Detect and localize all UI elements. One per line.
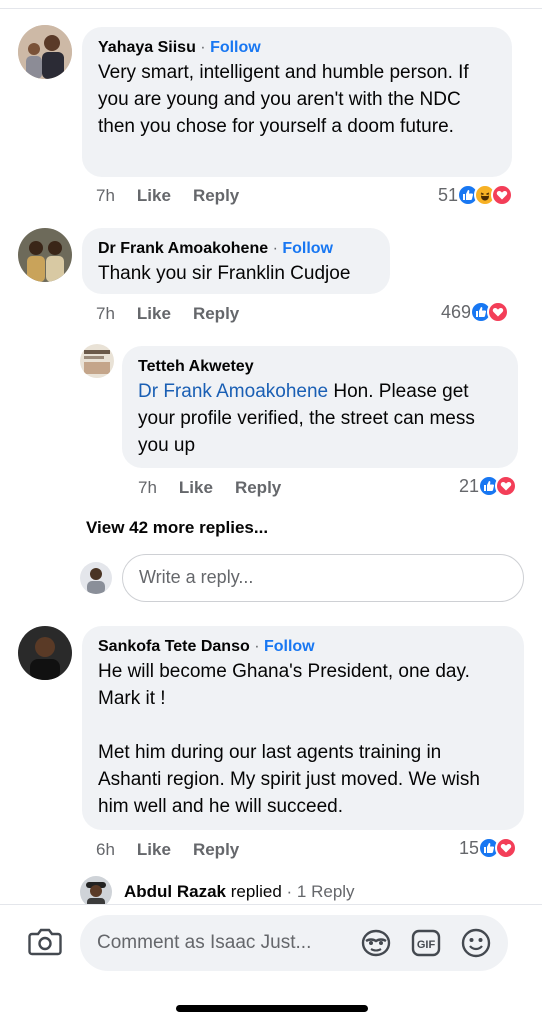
svg-text:GIF: GIF — [417, 939, 436, 951]
reply-count: 1 Reply — [296, 882, 355, 901]
mention-link[interactable]: Dr Frank Amoakohene — [138, 381, 328, 402]
avatar[interactable] — [18, 25, 72, 79]
comment-header: Sankofa Tete Danso · Follow — [98, 636, 508, 658]
reply-button[interactable]: Reply — [193, 186, 239, 205]
comment-header: Yahaya Siisu · Follow — [98, 37, 496, 59]
separator-dot: · — [195, 39, 211, 56]
reply-button[interactable]: Reply — [193, 304, 239, 323]
comment-bubble: Dr Frank Amoakohene · Follow Thank you s… — [82, 228, 390, 294]
gif-icon[interactable]: GIF — [410, 928, 442, 958]
timestamp[interactable]: 7h — [96, 186, 115, 205]
comment-actions: 6h Like Reply — [96, 838, 261, 862]
follow-button[interactable]: Follow — [210, 39, 261, 56]
reply-bubble: Tetteh Akwetey Dr Frank Amoakohene Hon. … — [122, 346, 518, 468]
comment-header: Tetteh Akwetey — [138, 356, 502, 378]
comment-actions: 7h Like Reply — [138, 476, 303, 500]
avatar-sticker-icon[interactable] — [360, 928, 392, 958]
view-more-replies-link[interactable]: View 42 more replies... — [86, 518, 268, 538]
reply-button[interactable]: Reply — [193, 840, 239, 859]
like-button[interactable]: Like — [137, 186, 171, 205]
timestamp[interactable]: 7h — [138, 478, 157, 497]
home-indicator — [176, 1005, 368, 1012]
replied-label: replied — [226, 882, 282, 901]
timestamp[interactable]: 6h — [96, 840, 115, 859]
avatar[interactable] — [18, 228, 72, 282]
reaction-count: 21 — [459, 475, 480, 496]
love-icon — [495, 837, 518, 859]
like-button[interactable]: Like — [137, 304, 171, 323]
comment-actions: 7h Like Reply — [96, 302, 261, 326]
comment-actions: 7h Like Reply — [96, 184, 261, 208]
author-name[interactable]: Yahaya Siisu — [98, 39, 196, 56]
love-icon — [495, 475, 518, 497]
timestamp[interactable]: 7h — [96, 304, 115, 323]
reaction-count: 15 — [459, 837, 480, 858]
comment-text: Dr Frank Amoakohene Hon. Please get your… — [138, 378, 502, 459]
like-button[interactable]: Like — [137, 840, 171, 859]
separator-dot: · — [268, 240, 283, 257]
comment-input[interactable]: Comment as Isaac Just... GIF — [80, 915, 508, 971]
comment-input-placeholder: Comment as Isaac Just... — [97, 932, 312, 953]
like-button[interactable]: Like — [179, 478, 213, 497]
follow-button[interactable]: Follow — [282, 240, 333, 257]
follow-button[interactable]: Follow — [264, 638, 315, 655]
comment-text: He will become Ghana's President, one da… — [98, 661, 480, 817]
reaction-count: 469 — [441, 301, 472, 322]
comment-text: Very smart, intelligent and humble perso… — [98, 62, 469, 137]
author-name[interactable]: Sankofa Tete Danso — [98, 638, 250, 655]
reaction-count: 51 — [438, 184, 459, 205]
comment-bubble: Sankofa Tete Danso · Follow He will beco… — [82, 626, 524, 830]
avatar[interactable] — [80, 344, 114, 378]
reactions-summary[interactable]: 469 — [441, 299, 510, 325]
comment-composer-bar: Comment as Isaac Just... GIF — [0, 904, 542, 1024]
reply-button[interactable]: Reply — [235, 478, 281, 497]
reactions-summary[interactable]: 51 — [438, 182, 514, 208]
comment-header: Dr Frank Amoakohene · Follow — [98, 238, 374, 260]
replies-preview-link[interactable]: Abdul Razak replied · 1 Reply — [124, 882, 355, 902]
emoji-icon[interactable] — [460, 928, 492, 958]
author-name[interactable]: Tetteh Akwetey — [138, 358, 254, 375]
separator-dot: · — [249, 638, 264, 655]
reactions-summary[interactable]: 21 — [459, 473, 518, 499]
avatar — [80, 562, 112, 594]
reactions-summary[interactable]: 15 — [459, 835, 518, 861]
top-divider — [0, 8, 542, 9]
reply-input[interactable]: Write a reply... — [122, 554, 524, 602]
separator-dot: · — [281, 882, 297, 901]
camera-icon[interactable] — [28, 927, 62, 957]
comment-bubble: Yahaya Siisu · Follow Very smart, intell… — [82, 27, 512, 177]
comment-text: Thank you sir Franklin Cudjoe — [98, 263, 351, 284]
love-icon — [491, 184, 514, 206]
reply-author-name: Abdul Razak — [124, 882, 227, 901]
author-name[interactable]: Dr Frank Amoakohene — [98, 240, 268, 257]
avatar[interactable] — [18, 626, 72, 680]
love-icon — [487, 301, 510, 323]
